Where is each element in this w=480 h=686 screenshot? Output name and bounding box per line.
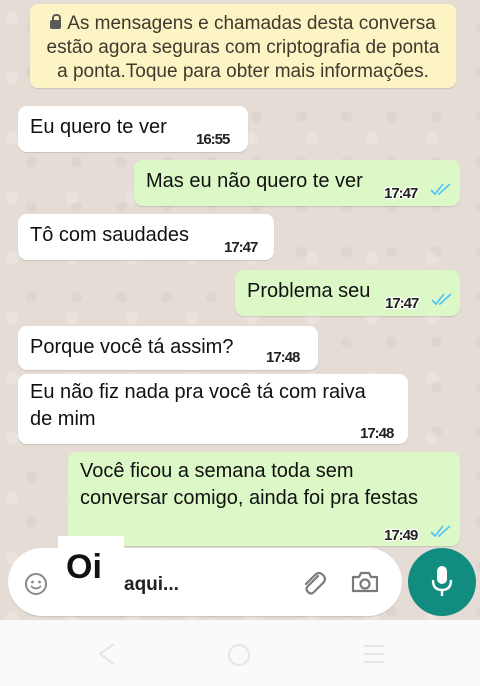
message-time: 16:55	[196, 131, 230, 148]
message-bubble-incoming[interactable]: Porque você tá assim? 17:48	[18, 326, 318, 370]
message-text-line: Você ficou a semana toda sem	[80, 460, 354, 482]
message-time: 17:49	[384, 527, 418, 544]
message-time: 17:47	[224, 239, 258, 256]
message-text-line: conversar comigo, ainda foi pra festas	[80, 487, 418, 509]
encryption-notice[interactable]: As mensagens e chamadas desta conversa e…	[30, 4, 456, 88]
overlay-caption-aqui: aqui...	[124, 574, 179, 595]
overlay-caption-oi: Oi	[66, 548, 102, 586]
read-ticks-icon	[431, 293, 452, 306]
home-icon[interactable]	[226, 642, 252, 668]
system-nav-bar	[0, 620, 480, 686]
message-text: Tô com saudades	[30, 224, 189, 246]
message-bubble-incoming[interactable]: Eu não fiz nada pra você tá com raiva de…	[18, 374, 408, 444]
message-text: Mas eu não quero te ver	[146, 170, 363, 192]
message-text: Eu quero te ver	[30, 116, 167, 138]
chat-area[interactable]: As mensagens e chamadas desta conversa e…	[0, 0, 480, 620]
back-icon[interactable]	[96, 642, 118, 666]
read-ticks-icon	[430, 525, 451, 538]
encryption-notice-text: As mensagens e chamadas desta conversa e…	[46, 13, 440, 82]
microphone-icon	[431, 566, 453, 596]
message-bubble-incoming[interactable]: Tô com saudades 17:47	[18, 214, 274, 260]
message-text-line: de mim	[30, 408, 96, 430]
message-time: 17:47	[385, 295, 419, 312]
message-text-line: Eu não fiz nada pra você tá com raiva	[30, 381, 366, 403]
microphone-button[interactable]	[408, 548, 476, 616]
message-time: 17:48	[360, 425, 394, 442]
message-text: Problema seu	[247, 280, 371, 302]
paperclip-icon[interactable]	[300, 568, 326, 596]
lock-icon	[50, 14, 62, 29]
message-bubble-outgoing[interactable]: Você ficou a semana toda sem conversar c…	[68, 452, 460, 546]
message-bubble-outgoing[interactable]: Mas eu não quero te ver 17:47	[134, 160, 460, 206]
message-time: 17:47	[384, 185, 418, 202]
read-ticks-icon	[430, 183, 451, 196]
message-bubble-incoming[interactable]: Eu quero te ver 16:55	[18, 106, 248, 152]
emoji-icon[interactable]	[24, 572, 48, 596]
camera-icon[interactable]	[350, 570, 380, 594]
message-time: 17:48	[266, 349, 300, 366]
message-text: Porque você tá assim?	[30, 336, 234, 358]
menu-icon[interactable]	[362, 642, 386, 666]
message-bubble-outgoing[interactable]: Problema seu 17:47	[235, 270, 460, 316]
